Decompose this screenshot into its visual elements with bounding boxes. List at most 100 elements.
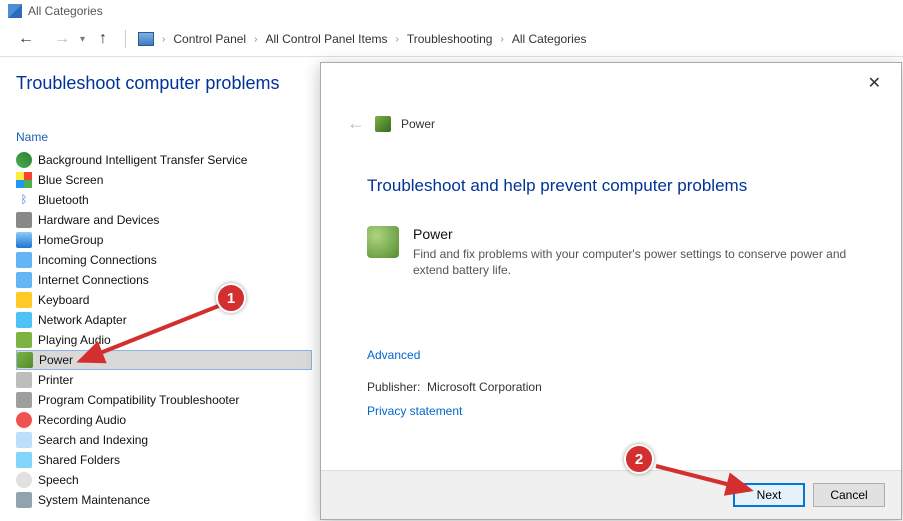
list-item[interactable]: HomeGroup (16, 230, 312, 250)
dialog-titlebar: ✕ (321, 63, 901, 95)
system-icon (16, 492, 32, 508)
hardware-icon (16, 212, 32, 228)
power-icon-large (367, 226, 399, 258)
list-item-label: Hardware and Devices (38, 213, 159, 227)
chevron-right-icon[interactable]: › (250, 34, 261, 45)
list-item[interactable]: Network Adapter (16, 310, 312, 330)
list-item[interactable]: Internet Connections (16, 270, 312, 290)
network-icon (16, 272, 32, 288)
network-adapter-icon (16, 312, 32, 328)
list-item-label: Recording Audio (38, 413, 126, 427)
list-item[interactable]: Hardware and Devices (16, 210, 312, 230)
list-item[interactable]: System Maintenance (16, 490, 312, 510)
list-item-label: Playing Audio (38, 333, 111, 347)
chevron-right-icon[interactable]: › (158, 34, 169, 45)
list-item-label: Power (39, 353, 73, 367)
compat-icon (16, 392, 32, 408)
breadcrumb-item[interactable]: Troubleshooting (407, 32, 493, 46)
list-item[interactable]: Keyboard (16, 290, 312, 310)
list-item-label: Speech (38, 473, 79, 487)
breadcrumb-icon (138, 32, 154, 46)
list-item-label: Shared Folders (38, 453, 120, 467)
troubleshooter-list: Background Intelligent Transfer Service … (16, 150, 312, 510)
column-header-name[interactable]: Name (16, 130, 312, 146)
dialog-header-title: Power (401, 117, 435, 131)
next-button[interactable]: Next (733, 483, 805, 507)
advanced-link[interactable]: Advanced (367, 348, 420, 362)
section-description: Find and fix problems with your computer… (413, 246, 855, 278)
power-icon (17, 352, 33, 368)
list-item-power[interactable]: Power (16, 350, 312, 370)
breadcrumb-item[interactable]: All Categories (512, 32, 587, 46)
breadcrumb[interactable]: › Control Panel › All Control Panel Item… (138, 32, 586, 46)
list-item[interactable]: Shared Folders (16, 450, 312, 470)
annotation-marker-2: 2 (624, 444, 654, 474)
list-item[interactable]: Speech (16, 470, 312, 490)
forward-button[interactable]: → (48, 28, 76, 50)
homegroup-icon (16, 232, 32, 248)
dialog-footer: Next Cancel (321, 470, 901, 519)
breadcrumb-item[interactable]: Control Panel (173, 32, 246, 46)
publisher-value: Microsoft Corporation (427, 380, 542, 394)
navigation-bar: ← → ▾ ↑ › Control Panel › All Control Pa… (0, 22, 903, 57)
list-item[interactable]: Program Compatibility Troubleshooter (16, 390, 312, 410)
recording-icon (16, 412, 32, 428)
up-button[interactable]: ↑ (93, 28, 113, 50)
privacy-link[interactable]: Privacy statement (367, 404, 462, 418)
power-icon (375, 116, 391, 132)
page-title: Troubleshoot computer problems (16, 73, 312, 94)
list-item[interactable]: Printer (16, 370, 312, 390)
list-item-label: Bluetooth (38, 193, 89, 207)
list-item-label: Blue Screen (38, 173, 103, 187)
printer-icon (16, 372, 32, 388)
list-item-label: Internet Connections (38, 273, 149, 287)
list-item-label: HomeGroup (38, 233, 103, 247)
search-icon (16, 432, 32, 448)
publisher-label: Publisher: (367, 380, 420, 394)
list-item-label: Background Intelligent Transfer Service (38, 153, 247, 167)
folders-icon (16, 452, 32, 468)
breadcrumb-item[interactable]: All Control Panel Items (265, 32, 387, 46)
bits-icon (16, 152, 32, 168)
window-titlebar: All Categories (0, 0, 903, 22)
list-item-label: Printer (38, 373, 73, 387)
list-item[interactable]: ᛒ Bluetooth (16, 190, 312, 210)
close-button[interactable]: ✕ (860, 71, 889, 95)
list-item-label: Incoming Connections (38, 253, 157, 267)
history-dropdown[interactable]: ▾ (80, 34, 85, 45)
cancel-button[interactable]: Cancel (813, 483, 885, 507)
chevron-right-icon[interactable]: › (392, 34, 403, 45)
window-title: All Categories (28, 4, 103, 18)
section-title: Power (413, 226, 855, 242)
keyboard-icon (16, 292, 32, 308)
dialog-heading: Troubleshoot and help prevent computer p… (367, 176, 855, 196)
list-item-label: Search and Indexing (38, 433, 148, 447)
chevron-right-icon[interactable]: › (496, 34, 507, 45)
back-button[interactable]: ← (12, 28, 40, 50)
dialog-header: ← Power (321, 95, 901, 144)
list-item[interactable]: Incoming Connections (16, 250, 312, 270)
dialog-back-button[interactable]: ← (347, 113, 365, 134)
annotation-marker-1: 1 (216, 283, 246, 313)
speech-icon (16, 472, 32, 488)
divider (125, 30, 126, 48)
bluetooth-icon: ᛒ (16, 192, 32, 208)
list-item-label: Program Compatibility Troubleshooter (38, 393, 239, 407)
main-panel: Troubleshoot computer problems Name Back… (0, 57, 320, 518)
dialog-body: Troubleshoot and help prevent computer p… (321, 144, 901, 470)
troubleshooter-dialog: ✕ ← Power Troubleshoot and help prevent … (320, 62, 902, 520)
list-item[interactable]: Playing Audio (16, 330, 312, 350)
network-icon (16, 252, 32, 268)
list-item[interactable]: Recording Audio (16, 410, 312, 430)
list-item[interactable]: Blue Screen (16, 170, 312, 190)
list-item-label: Network Adapter (38, 313, 127, 327)
list-item-label: Keyboard (38, 293, 89, 307)
app-icon (8, 4, 22, 18)
bluescreen-icon (16, 172, 32, 188)
dialog-section: Power Find and fix problems with your co… (367, 226, 855, 278)
list-item[interactable]: Search and Indexing (16, 430, 312, 450)
list-item-label: System Maintenance (38, 493, 150, 507)
publisher-row: Publisher: Microsoft Corporation (367, 380, 855, 394)
list-item[interactable]: Background Intelligent Transfer Service (16, 150, 312, 170)
audio-icon (16, 332, 32, 348)
